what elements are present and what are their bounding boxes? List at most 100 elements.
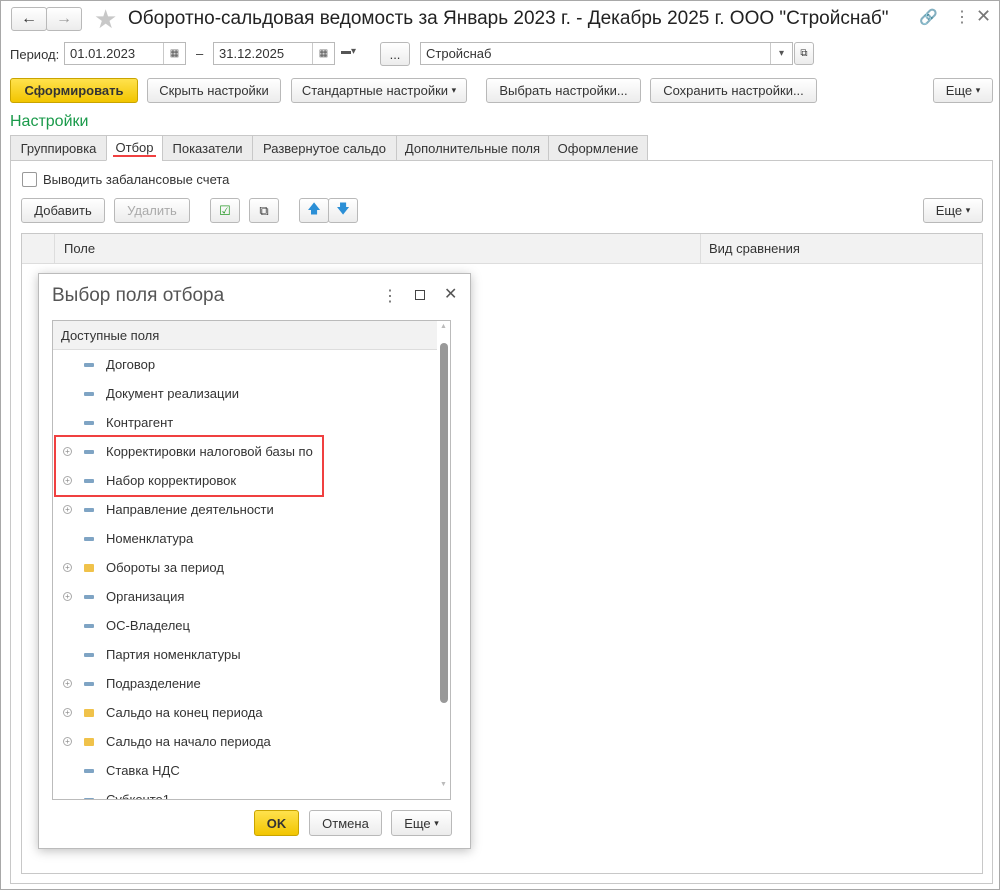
filter-more-button[interactable]: Еще ▾ — [923, 198, 983, 223]
field-icon — [84, 652, 94, 657]
close-icon[interactable]: ✕ — [444, 284, 457, 304]
cancel-button[interactable]: Отмена — [309, 810, 382, 836]
forward-button[interactable]: → — [46, 7, 82, 31]
ok-button[interactable]: OK — [254, 810, 299, 836]
expand-icon[interactable]: + — [63, 505, 72, 514]
field-icon — [84, 507, 94, 512]
list-item[interactable]: + Сальдо на конец периода — [53, 698, 433, 727]
list-item[interactable]: Номенклатура — [53, 524, 433, 553]
tab-appearance[interactable]: Оформление — [548, 135, 648, 161]
field-icon — [84, 623, 94, 628]
highlight-box — [54, 435, 324, 497]
chevron-down-icon[interactable]: ▾ — [770, 43, 792, 64]
more-label: Еще — [945, 83, 973, 98]
tab-grouping[interactable]: Группировка — [10, 135, 107, 161]
more-label: Еще — [935, 203, 963, 218]
save-settings-button[interactable]: Сохранить настройки... — [650, 78, 817, 103]
list-item[interactable]: + Сальдо на начало периода — [53, 727, 433, 756]
field-icon — [84, 797, 94, 799]
favorite-star-icon[interactable]: ★ — [94, 4, 117, 35]
add-button[interactable]: Добавить — [21, 198, 105, 223]
delete-button[interactable]: Удалить — [114, 198, 190, 223]
organization-input[interactable]: Стройснаб ▾ — [420, 42, 793, 65]
chevron-down-icon: ▾ — [434, 817, 439, 828]
more-button[interactable]: Еще ▾ — [933, 78, 993, 103]
standard-settings-label: Стандартные настройки — [301, 83, 449, 98]
scrollbar-thumb[interactable] — [440, 343, 448, 703]
select-field-dialog: Выбор поля отбора ⋮ ✕ Доступные поля Дог… — [38, 273, 471, 849]
field-icon — [84, 536, 94, 541]
period-to-input[interactable]: 31.12.2025 ▦ — [213, 42, 335, 65]
folder-icon — [84, 708, 94, 717]
check-all-button[interactable]: ☑ — [210, 198, 240, 223]
period-from-input[interactable]: 01.01.2023 ▦ — [64, 42, 186, 65]
list-item-label: Субконто1 — [106, 792, 170, 800]
period-type-dropdown[interactable]: ▬▾ — [341, 46, 356, 57]
list-item[interactable]: Ставка НДС — [53, 756, 433, 785]
copy-button[interactable]: ⧉ — [249, 198, 279, 223]
list-scrollbar[interactable]: ▲ ▼ — [438, 321, 450, 799]
list-item[interactable]: + Обороты за период — [53, 553, 433, 582]
more-icon[interactable]: ⋮ — [382, 286, 398, 306]
tab-additional-fields[interactable]: Дополнительные поля — [396, 135, 549, 161]
list-item[interactable]: ОС-Владелец — [53, 611, 433, 640]
back-button[interactable]: ← — [11, 7, 47, 31]
col-field[interactable]: Поле — [64, 241, 95, 256]
list-item-label: Сальдо на начало периода — [106, 734, 271, 749]
expand-icon[interactable]: + — [63, 679, 72, 688]
window-title: Оборотно-сальдовая ведомость за Январь 2… — [128, 8, 889, 29]
standard-settings-button[interactable]: Стандартные настройки ▾ — [291, 78, 467, 103]
list-item-label: Документ реализации — [106, 386, 239, 401]
list-item-label: Обороты за период — [106, 560, 224, 575]
field-icon — [84, 420, 94, 425]
open-organization-button[interactable]: ⧉ — [794, 42, 814, 65]
dialog-title: Выбор поля отбора — [52, 285, 225, 306]
field-icon — [84, 391, 94, 396]
expand-icon[interactable]: + — [63, 737, 72, 746]
period-to-value: 31.12.2025 — [219, 46, 285, 61]
folder-icon — [84, 563, 94, 572]
tab-indicators[interactable]: Показатели — [162, 135, 253, 161]
more-icon[interactable]: ⋮ — [954, 7, 970, 27]
field-icon — [84, 362, 94, 367]
expand-icon[interactable]: + — [63, 592, 72, 601]
list-item-label: ОС-Владелец — [106, 618, 190, 633]
list-item-label: Номенклатура — [106, 531, 194, 546]
calendar-icon[interactable]: ▦ — [312, 43, 334, 64]
list-item-label: Организация — [106, 589, 185, 604]
list-item[interactable]: Договор — [53, 350, 433, 379]
tab-expanded-balance[interactable]: Развернутое сальдо — [252, 135, 397, 161]
maximize-icon[interactable] — [415, 290, 425, 300]
list-item[interactable]: Партия номенклатуры — [53, 640, 433, 669]
move-down-button[interactable]: 🡇 — [328, 198, 358, 223]
list-item[interactable]: Документ реализации — [53, 379, 433, 408]
link-icon[interactable]: 🔗 — [919, 8, 938, 26]
period-dash: – — [196, 46, 204, 61]
scroll-down-icon[interactable]: ▼ — [440, 781, 447, 788]
expand-icon[interactable]: + — [63, 708, 72, 717]
scroll-up-icon[interactable]: ▲ — [440, 323, 447, 330]
list-item-label: Партия номенклатуры — [106, 647, 241, 662]
hide-settings-button[interactable]: Скрыть настройки — [147, 78, 281, 103]
list-item[interactable]: + Направление деятельности — [53, 495, 433, 524]
choose-settings-button[interactable]: Выбрать настройки... — [486, 78, 641, 103]
list-item-label: Договор — [106, 357, 156, 372]
offbalance-checkbox[interactable] — [22, 172, 37, 187]
organization-value: Стройснаб — [426, 46, 492, 61]
list-item[interactable]: + Подразделение — [53, 669, 433, 698]
dialog-more-button[interactable]: Еще ▾ — [391, 810, 452, 836]
list-item[interactable]: Субконто1 — [53, 785, 433, 800]
calendar-icon[interactable]: ▦ — [163, 43, 185, 64]
list-item-label: Подразделение — [106, 676, 201, 691]
period-select-button[interactable]: ... — [380, 42, 410, 66]
move-up-button[interactable]: 🡅 — [299, 198, 329, 223]
offbalance-label: Выводить забалансовые счета — [43, 172, 230, 187]
list-item[interactable]: Контрагент — [53, 408, 433, 437]
available-fields-list[interactable]: Доступные поля Договор Документ реализаци… — [52, 320, 451, 800]
tab-filter[interactable]: Отбор — [106, 135, 163, 161]
col-compare[interactable]: Вид сравнения — [709, 241, 800, 256]
generate-button[interactable]: Сформировать — [10, 78, 138, 103]
list-item[interactable]: + Организация — [53, 582, 433, 611]
expand-icon[interactable]: + — [63, 563, 72, 572]
close-icon[interactable]: ✕ — [976, 6, 991, 27]
